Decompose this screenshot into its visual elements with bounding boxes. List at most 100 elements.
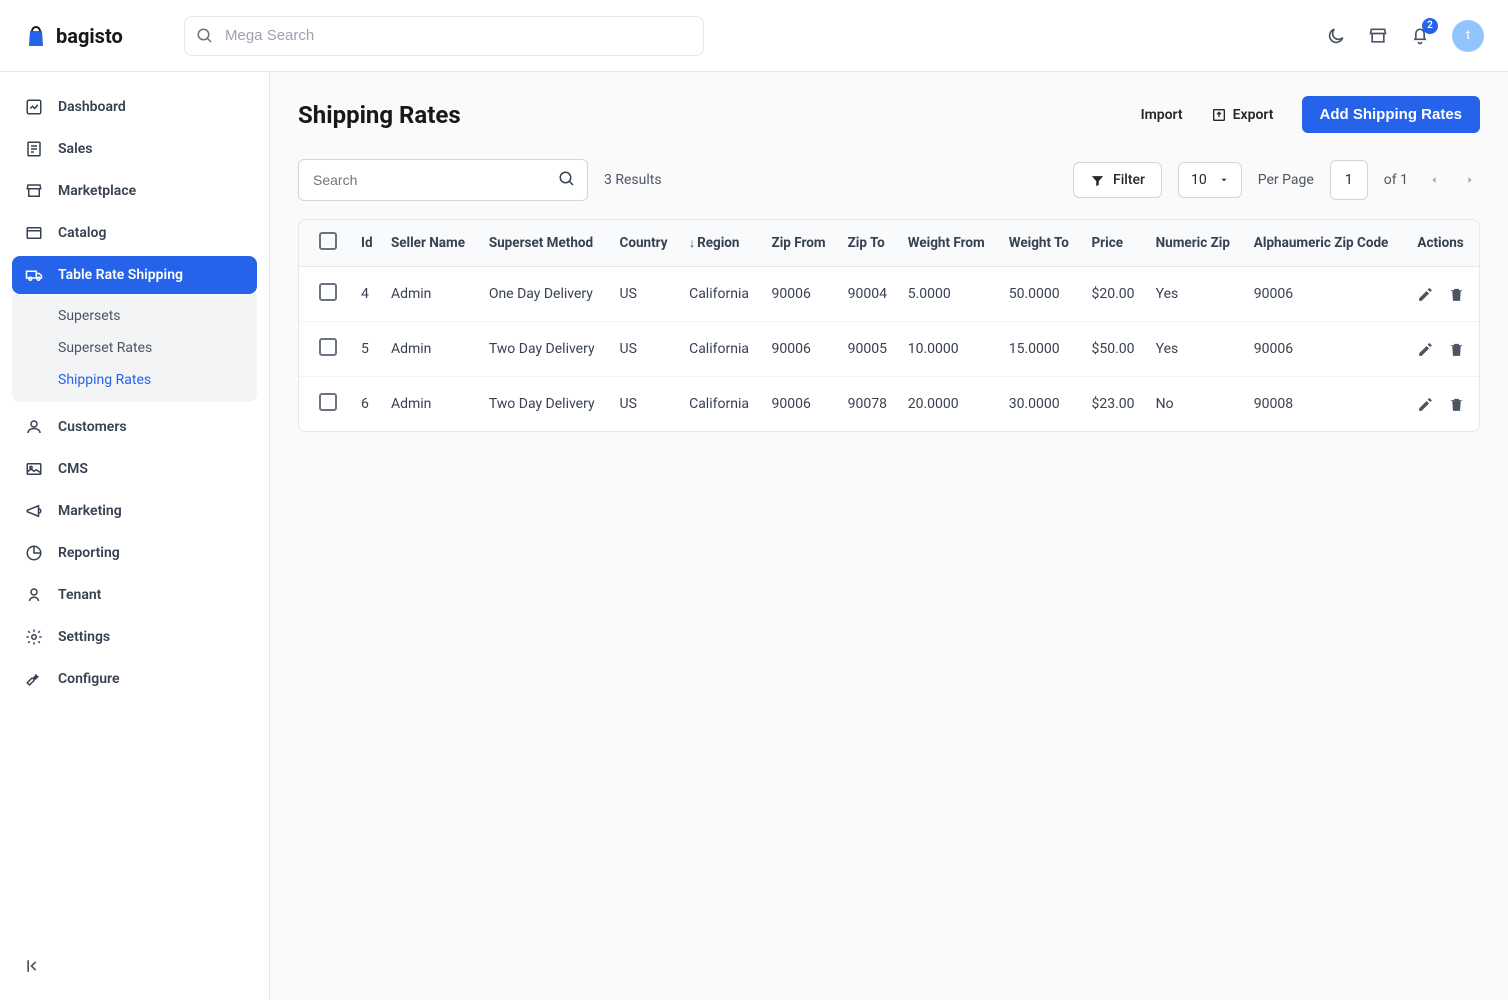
sidebar-item-sales[interactable]: Sales bbox=[12, 130, 257, 168]
page-header: Shipping Rates Import Export Add Shippin… bbox=[298, 90, 1480, 133]
col-weight-from[interactable]: Weight From bbox=[900, 220, 1001, 267]
cell-region: California bbox=[681, 377, 763, 432]
wrench-icon bbox=[24, 670, 44, 688]
cell-price: $20.00 bbox=[1083, 267, 1147, 322]
sidebar-item-cms[interactable]: CMS bbox=[12, 450, 257, 488]
cell-zip-from: 90006 bbox=[764, 267, 840, 322]
cell-weight-to: 15.0000 bbox=[1001, 322, 1084, 377]
cell-zip-to: 90005 bbox=[840, 322, 900, 377]
col-zip-from[interactable]: Zip From bbox=[764, 220, 840, 267]
cell-zip-from: 90006 bbox=[764, 377, 840, 432]
sidebar-item-catalog[interactable]: Catalog bbox=[12, 214, 257, 252]
table-search-input[interactable] bbox=[298, 159, 588, 201]
brand-logo[interactable]: bagisto bbox=[24, 24, 164, 48]
col-numeric-zip[interactable]: Numeric Zip bbox=[1148, 220, 1246, 267]
cell-zip-to: 90078 bbox=[840, 377, 900, 432]
sidebar-submenu: Supersets Superset Rates Shipping Rates bbox=[12, 294, 257, 402]
cell-price: $23.00 bbox=[1083, 377, 1147, 432]
sidebar-item-label: Reporting bbox=[58, 545, 120, 561]
export-button[interactable]: Export bbox=[1211, 107, 1274, 123]
cell-numeric-zip: No bbox=[1148, 377, 1246, 432]
cell-region: California bbox=[681, 322, 763, 377]
col-id[interactable]: Id bbox=[353, 220, 383, 267]
sidebar-item-customers[interactable]: Customers bbox=[12, 408, 257, 446]
per-page-select[interactable]: 10 bbox=[1178, 162, 1242, 198]
sidebar-item-settings[interactable]: Settings bbox=[12, 618, 257, 656]
search-icon bbox=[196, 27, 214, 45]
sidebar-item-reporting[interactable]: Reporting bbox=[12, 534, 257, 572]
user-avatar[interactable]: t bbox=[1452, 20, 1484, 52]
select-all-checkbox[interactable] bbox=[319, 232, 337, 250]
mega-search-input[interactable] bbox=[184, 16, 704, 56]
filter-button[interactable]: Filter bbox=[1073, 162, 1162, 198]
next-page-button[interactable] bbox=[1460, 170, 1480, 190]
cell-seller: Admin bbox=[383, 267, 481, 322]
sidebar-item-label: Sales bbox=[58, 141, 92, 157]
edit-button[interactable] bbox=[1417, 396, 1434, 413]
mega-search bbox=[184, 16, 704, 56]
search-icon[interactable] bbox=[558, 170, 576, 188]
delete-button[interactable] bbox=[1448, 341, 1465, 358]
sidebar-item-label: Table Rate Shipping bbox=[58, 267, 183, 283]
sidebar-sub-supersets[interactable]: Supersets bbox=[12, 300, 257, 332]
marketplace-icon bbox=[24, 182, 44, 200]
edit-button[interactable] bbox=[1417, 341, 1434, 358]
col-zip-to[interactable]: Zip To bbox=[840, 220, 900, 267]
row-checkbox[interactable] bbox=[319, 283, 337, 301]
sidebar-item-marketing[interactable]: Marketing bbox=[12, 492, 257, 530]
notifications-button[interactable]: 2 bbox=[1410, 26, 1430, 46]
cell-weight-to: 50.0000 bbox=[1001, 267, 1084, 322]
cell-method: Two Day Delivery bbox=[481, 322, 612, 377]
page-number-input[interactable]: 1 bbox=[1330, 160, 1368, 200]
cell-alpha-zip: 90008 bbox=[1246, 377, 1410, 432]
col-country[interactable]: Country bbox=[612, 220, 682, 267]
sidebar-item-tenant[interactable]: Tenant bbox=[12, 576, 257, 614]
brand-name: bagisto bbox=[56, 24, 123, 48]
delete-button[interactable] bbox=[1448, 396, 1465, 413]
edit-button[interactable] bbox=[1417, 286, 1434, 303]
per-page-value: 10 bbox=[1191, 172, 1207, 188]
table-row: 6AdminTwo Day DeliveryUSCalifornia900069… bbox=[299, 377, 1479, 432]
import-button[interactable]: Import bbox=[1141, 107, 1183, 123]
sidebar-item-table-rate-shipping[interactable]: Table Rate Shipping bbox=[12, 256, 257, 294]
sidebar-item-label: Settings bbox=[58, 629, 110, 645]
sidebar-item-label: Customers bbox=[58, 419, 127, 435]
delete-button[interactable] bbox=[1448, 286, 1465, 303]
table-row: 5AdminTwo Day DeliveryUSCalifornia900069… bbox=[299, 322, 1479, 377]
cell-seller: Admin bbox=[383, 377, 481, 432]
sidebar-item-label: CMS bbox=[58, 461, 88, 477]
table-header-row: Id Seller Name Superset Method Country ↓… bbox=[299, 220, 1479, 267]
cell-numeric-zip: Yes bbox=[1148, 322, 1246, 377]
col-alpha-zip[interactable]: Alphaumeric Zip Code bbox=[1246, 220, 1410, 267]
results-count: 3 Results bbox=[604, 172, 662, 188]
sidebar-collapse-button[interactable] bbox=[24, 956, 44, 976]
cell-id: 4 bbox=[353, 267, 383, 322]
customers-icon bbox=[24, 418, 44, 436]
cell-id: 6 bbox=[353, 377, 383, 432]
main-content: Shipping Rates Import Export Add Shippin… bbox=[270, 72, 1508, 1000]
add-shipping-rates-button[interactable]: Add Shipping Rates bbox=[1302, 96, 1481, 133]
prev-page-button[interactable] bbox=[1424, 170, 1444, 190]
sidebar-sub-superset-rates[interactable]: Superset Rates bbox=[12, 332, 257, 364]
dark-mode-toggle[interactable] bbox=[1326, 26, 1346, 46]
reporting-icon bbox=[24, 544, 44, 562]
col-weight-to[interactable]: Weight To bbox=[1001, 220, 1084, 267]
cell-zip-to: 90004 bbox=[840, 267, 900, 322]
row-checkbox[interactable] bbox=[319, 393, 337, 411]
gear-icon bbox=[24, 628, 44, 646]
shipping-icon bbox=[24, 266, 44, 284]
catalog-icon bbox=[24, 224, 44, 242]
col-method[interactable]: Superset Method bbox=[481, 220, 612, 267]
col-region[interactable]: ↓Region bbox=[681, 220, 763, 267]
sidebar-item-marketplace[interactable]: Marketplace bbox=[12, 172, 257, 210]
col-price[interactable]: Price bbox=[1083, 220, 1147, 267]
sidebar-item-dashboard[interactable]: Dashboard bbox=[12, 88, 257, 126]
cell-weight-from: 5.0000 bbox=[900, 267, 1001, 322]
row-checkbox[interactable] bbox=[319, 338, 337, 356]
col-seller[interactable]: Seller Name bbox=[383, 220, 481, 267]
sidebar-sub-shipping-rates[interactable]: Shipping Rates bbox=[12, 364, 257, 396]
sidebar-item-label: Marketplace bbox=[58, 183, 136, 199]
sidebar-item-label: Dashboard bbox=[58, 99, 126, 115]
sidebar-item-configure[interactable]: Configure bbox=[12, 660, 257, 698]
store-icon[interactable] bbox=[1368, 26, 1388, 46]
